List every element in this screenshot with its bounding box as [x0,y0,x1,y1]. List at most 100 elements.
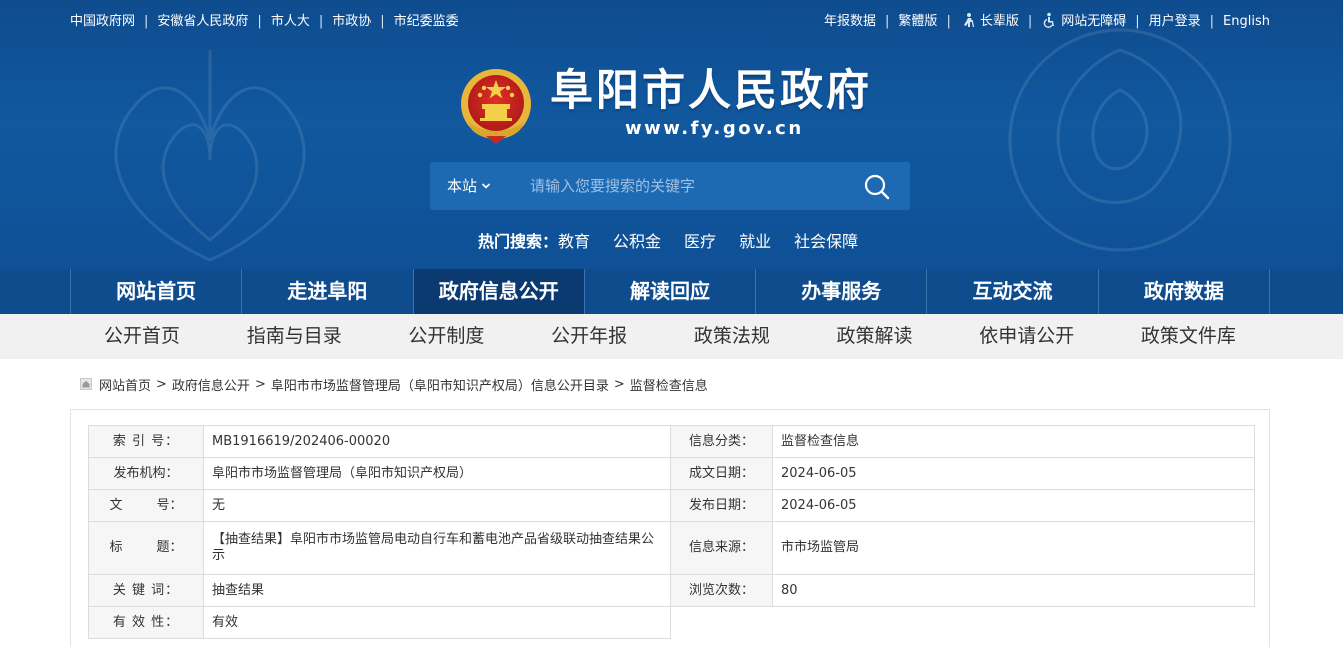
site-title: 阜阳市人民政府 [550,66,872,116]
publisher-value: 阜阳市市场监督管理局（阜阳市知识产权局） [203,457,671,490]
hot-search-employment[interactable]: 就业 [739,232,771,252]
meta-row: 关 键 词： 抽查结果 浏览次数： 80 [88,574,1255,607]
nav-interpretation[interactable]: 解读回应 [585,269,757,314]
source-label: 信息来源： [670,521,773,575]
divider: | [144,14,149,29]
site-url: www.fy.gov.cn [625,118,804,139]
doc-no-label-part2: 号： [156,497,183,513]
meta-row: 索 引 号： MB1916619/202406-00020 信息分类： 监督检查… [88,425,1255,458]
subnav-policies-regulations[interactable]: 政策法规 [694,314,770,359]
nav-services[interactable]: 办事服务 [756,269,928,314]
title-label-part1: 标 [109,540,123,555]
validity-value: 有效 [203,606,671,639]
site-header: 中国政府网 | 安徽省人民政府 | 市人大 | 市政协 | 市纪委监委 年报数据… [0,0,1343,269]
hot-search-label: 热门搜索： [478,232,559,251]
breadcrumb-bureau-catalog[interactable]: 阜阳市市场监督管理局（阜阳市知识产权局）信息公开目录 [271,375,609,394]
elder-version-label: 长辈版 [979,14,1019,29]
sub-nav-items: 公开首页 指南与目录 公开制度 公开年报 政策法规 政策解读 依申请公开 政策文… [70,314,1270,359]
title-value: 【抽查结果】阜阳市市场监管局电动自行车和蓄电池产品省级联动抽查结果公示 [203,521,671,575]
accessibility-label: 网站无障碍 [1061,14,1127,29]
hot-search-housing-fund[interactable]: 公积金 [613,232,661,252]
breadcrumb-gov-info[interactable]: 政府信息公开 [172,375,250,394]
hot-search-medical[interactable]: 医疗 [684,232,716,252]
link-city-congress[interactable]: 市人大 [271,12,310,32]
breadcrumb: 网站首页 > 政府信息公开 > 阜阳市市场监督管理局（阜阳市知识产权局）信息公开… [80,374,708,394]
meta-row: 有 效 性： 有效 [88,606,1255,639]
search-box: 本站 [430,162,910,210]
nav-interaction[interactable]: 互动交流 [927,269,1099,314]
meta-row: 标题： 【抽查结果】阜阳市市场监管局电动自行车和蓄电池产品省级联动抽查结果公示 … [88,521,1255,575]
link-traditional-chinese[interactable]: 繁體版 [898,12,937,32]
created-date-label: 成文日期： [670,457,773,490]
link-accessibility[interactable]: 网站无障碍 [1041,12,1126,32]
divider: | [885,14,890,29]
top-links-left: 中国政府网 | 安徽省人民政府 | 市人大 | 市政协 | 市纪委监委 [70,12,459,32]
subnav-policy-interpretation[interactable]: 政策解读 [837,314,913,359]
empty-cell [772,606,1255,639]
search-icon[interactable] [860,172,894,202]
title-label: 标 题： [88,521,204,575]
home-icon [80,378,92,390]
keywords-label: 关 键 词： [88,574,204,607]
hot-search-social-security[interactable]: 社会保障 [794,232,858,252]
meta-row: 发布机构： 阜阳市市场监督管理局（阜阳市知识产权局） 成文日期： 2024-06… [88,457,1255,490]
link-elder-version[interactable]: 长辈版 [960,12,1019,32]
validity-label: 有 效 性： [88,606,204,639]
hot-search-bar: 热门搜索： 教育 公积金 医疗 就业 社会保障 [478,232,881,252]
link-china-gov[interactable]: 中国政府网 [70,12,135,32]
category-label: 信息分类： [670,425,773,458]
nav-gov-info-disclosure[interactable]: 政府信息公开 [413,269,585,314]
nav-home[interactable]: 网站首页 [71,269,243,314]
meta-row: 文 号： 无 发布日期： 2024-06-05 [88,489,1255,522]
views-value: 80 [772,574,1255,607]
published-date-value: 2024-06-05 [772,489,1255,522]
main-nav-items: 网站首页 走进阜阳 政府信息公开 解读回应 办事服务 互动交流 政府数据 [70,269,1270,314]
subnav-disclosure-home[interactable]: 公开首页 [104,314,180,359]
index-no-label: 索 引 号： [88,425,204,458]
hot-search-education[interactable]: 教育 [558,232,590,252]
divider: | [1135,14,1140,29]
divider: | [1209,14,1215,29]
link-english[interactable]: English [1223,12,1270,32]
doc-no-label: 文 号： [88,489,204,522]
document-meta-table: 索 引 号： MB1916619/202406-00020 信息分类： 监督检查… [88,425,1255,639]
published-date-label: 发布日期： [670,489,773,522]
top-links-bar: 中国政府网 | 安徽省人民政府 | 市人大 | 市政协 | 市纪委监委 年报数据… [70,12,1270,32]
breadcrumb-separator: > [156,376,167,392]
chevron-down-icon [481,183,491,189]
link-annual-report-data[interactable]: 年报数据 [824,12,876,32]
subnav-annual-report[interactable]: 公开年报 [551,314,627,359]
divider: | [257,14,262,29]
nav-gov-data[interactable]: 政府数据 [1099,269,1270,314]
divider: | [318,14,324,29]
sub-nav: 公开首页 指南与目录 公开制度 公开年报 政策法规 政策解读 依申请公开 政策文… [0,314,1343,359]
breadcrumb-separator: > [613,376,625,392]
search-scope-dropdown[interactable]: 本站 [447,162,491,210]
link-city-cppcc[interactable]: 市政协 [332,12,371,32]
publisher-label: 发布机构： [88,457,204,490]
nav-about-fuyang[interactable]: 走进阜阳 [242,269,414,314]
breadcrumb-separator: > [254,376,266,392]
doc-no-label-part1: 文 [109,497,123,513]
subnav-policy-library[interactable]: 政策文件库 [1141,314,1236,359]
title-label-part2: 题： [156,540,183,555]
doc-no-value: 无 [203,489,671,522]
breadcrumb-current[interactable]: 监督检查信息 [630,375,708,394]
link-city-discipline[interactable]: 市纪委监委 [394,12,459,32]
source-value: 市市场监管局 [772,521,1255,575]
elder-person-icon [963,13,974,28]
divider: | [1027,14,1033,29]
subnav-disclosure-system[interactable]: 公开制度 [408,314,484,359]
main-nav: 网站首页 走进阜阳 政府信息公开 解读回应 办事服务 互动交流 政府数据 [0,269,1343,314]
subnav-guide-catalog[interactable]: 指南与目录 [247,314,342,359]
divider: | [380,14,385,29]
link-anhui-gov[interactable]: 安徽省人民政府 [157,12,248,32]
decorative-flower-left [114,50,306,262]
decorative-flower-right [1008,28,1232,252]
search-input[interactable] [530,170,850,202]
link-user-login[interactable]: 用户登录 [1149,12,1201,32]
views-label: 浏览次数： [670,574,773,607]
subnav-disclosure-on-request[interactable]: 依申请公开 [979,314,1074,359]
national-emblem-icon [461,69,531,144]
breadcrumb-home[interactable]: 网站首页 [99,375,151,394]
